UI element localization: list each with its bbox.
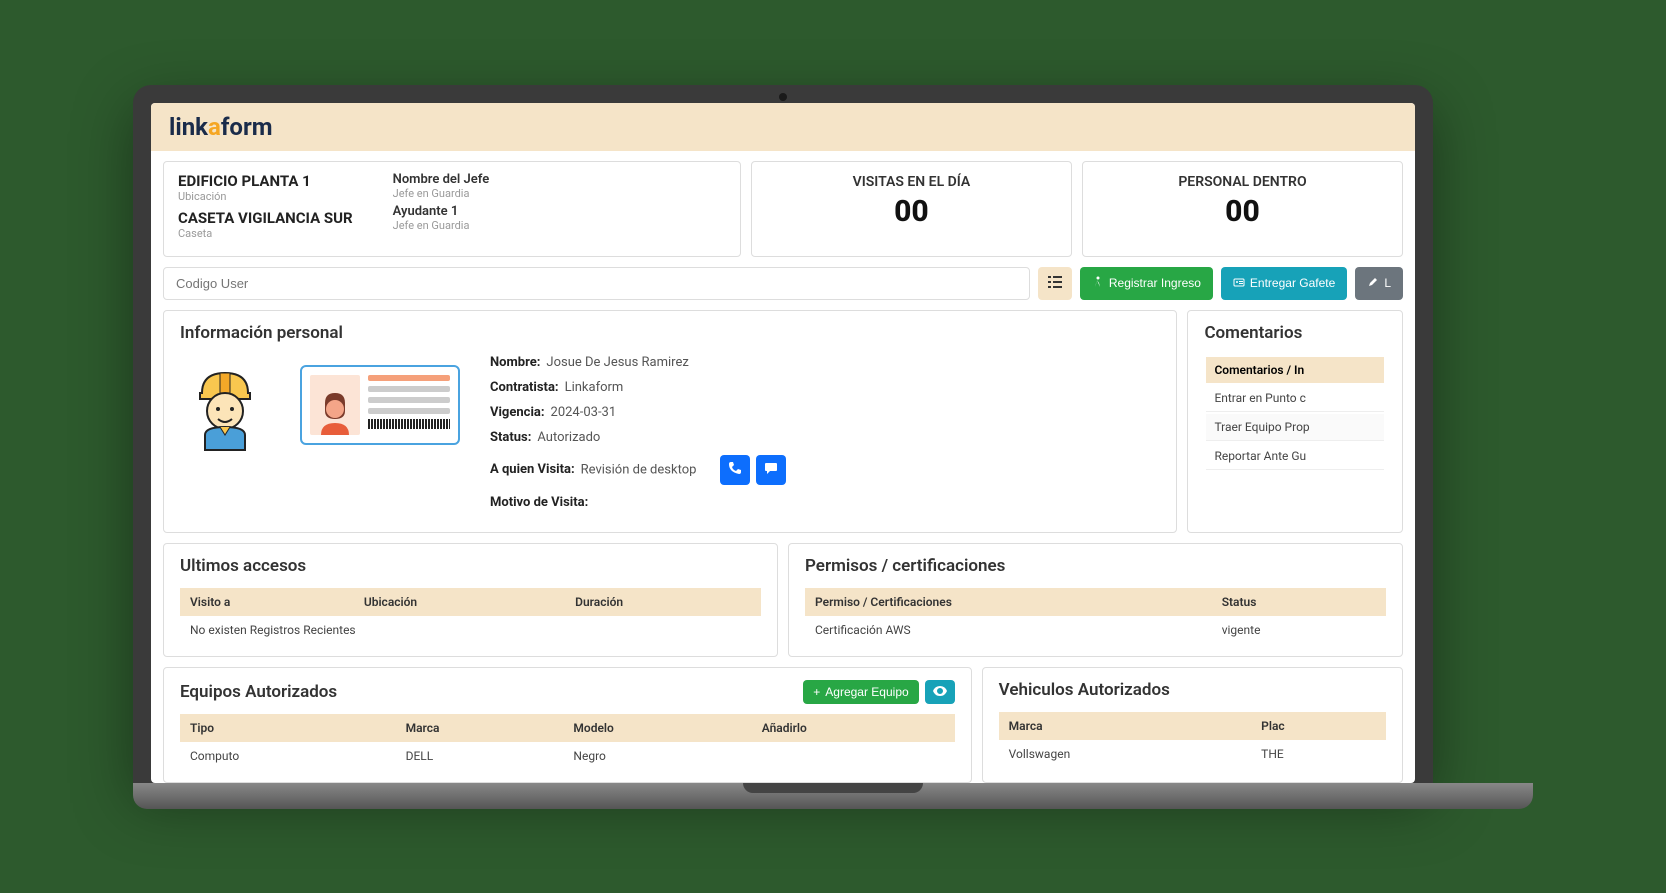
message-button[interactable] xyxy=(756,455,786,485)
equip-col-marca: Marca xyxy=(396,714,564,742)
permits-title: Permisos / certificaciones xyxy=(805,556,1386,576)
add-equipment-button[interactable]: + Agregar Equipo xyxy=(803,680,918,704)
topbar: linkaform xyxy=(151,103,1415,151)
permits-panel: Permisos / certificaciones Permiso / Cer… xyxy=(788,543,1403,657)
access-col-ubicacion: Ubicación xyxy=(354,588,565,616)
contractor-value: Linkaform xyxy=(565,380,624,395)
view-equipment-button[interactable] xyxy=(925,680,955,704)
boss-label: Nombre del Jefe xyxy=(393,172,490,187)
contractor-label: Contratista: xyxy=(490,380,559,395)
chat-icon xyxy=(764,461,778,478)
plus-icon: + xyxy=(813,685,820,699)
reason-label: Motivo de Visita: xyxy=(490,495,588,510)
equip-col-modelo: Modelo xyxy=(563,714,751,742)
stat-personnel-label: PERSONAL DENTRO xyxy=(1095,174,1390,190)
walk-icon xyxy=(1092,276,1104,291)
list-button[interactable] xyxy=(1038,267,1072,300)
comments-panel: Comentarios Comentarios / In Entrar en P… xyxy=(1187,310,1403,533)
equip-col-tipo: Tipo xyxy=(180,714,396,742)
deliver-badge-label: Entregar Gafete xyxy=(1250,276,1335,290)
building-name: EDIFICIO PLANTA 1 xyxy=(178,172,353,190)
logo: linkaform xyxy=(169,113,273,141)
third-action-label: L xyxy=(1384,276,1391,290)
assistant-label: Ayudante 1 xyxy=(393,204,490,219)
comment-row: Traer Equipo Prop xyxy=(1206,414,1384,441)
access-title: Ultimos accesos xyxy=(180,556,761,576)
vehicle-col-marca: Marca xyxy=(999,712,1252,740)
stat-visits-label: VISITAS EN EL DÍA xyxy=(764,174,1059,190)
equipment-panel: Equipos Autorizados + Agregar Equipo xyxy=(163,667,972,783)
access-col-visito: Visito a xyxy=(180,588,354,616)
user-code-input[interactable] xyxy=(163,267,1030,300)
register-entry-label: Registrar Ingreso xyxy=(1109,276,1201,290)
id-card xyxy=(300,365,460,445)
permit-row: Certificación AWS vigente xyxy=(805,616,1386,644)
equipment-title: Equipos Autorizados xyxy=(180,682,337,702)
vehicles-title: Vehiculos Autorizados xyxy=(999,680,1386,700)
equip-col-anadirlo: Añadirlo xyxy=(752,714,955,742)
vehicles-panel: Vehiculos Autorizados Marca Plac Vollswa… xyxy=(982,667,1403,783)
deliver-badge-button[interactable]: Entregar Gafete xyxy=(1221,267,1347,300)
third-action-button[interactable]: L xyxy=(1355,267,1403,300)
stat-visits-value: 00 xyxy=(764,194,1059,229)
badge-icon xyxy=(1233,276,1245,291)
stat-personnel: PERSONAL DENTRO 00 xyxy=(1082,161,1403,257)
name-value: Josue De Jesus Ramirez xyxy=(546,355,688,370)
visits-label: A quien Visita: xyxy=(490,462,575,477)
comments-header: Comentarios / In xyxy=(1206,357,1384,383)
permits-col-name: Permiso / Certificaciones xyxy=(805,588,1212,616)
status-label: Status: xyxy=(490,430,531,445)
comments-title: Comentarios xyxy=(1204,323,1386,343)
pencil-icon xyxy=(1367,276,1379,291)
stat-personnel-value: 00 xyxy=(1095,194,1390,229)
access-empty-row: No existen Registros Recientes xyxy=(180,616,761,644)
validity-label: Vigencia: xyxy=(490,405,545,420)
id-photo-icon xyxy=(310,375,360,435)
assistant-sub: Jefe en Guardia xyxy=(393,219,490,232)
access-panel: Ultimos accesos Visito a Ubicación Durac… xyxy=(163,543,778,657)
booth-name: CASETA VIGILANCIA SUR xyxy=(178,209,353,227)
stat-visits: VISITAS EN EL DÍA 00 xyxy=(751,161,1072,257)
call-button[interactable] xyxy=(720,455,750,485)
personal-info-title: Información personal xyxy=(180,323,1160,343)
access-col-duracion: Duración xyxy=(565,588,761,616)
comment-row: Reportar Ante Gu xyxy=(1206,443,1384,470)
booth-sub: Caseta xyxy=(178,227,353,240)
equipment-row: Computo DELL Negro xyxy=(180,742,955,770)
comment-row: Entrar en Punto c xyxy=(1206,385,1384,412)
boss-sub: Jefe en Guardia xyxy=(393,187,490,200)
permits-col-status: Status xyxy=(1212,588,1386,616)
list-icon xyxy=(1048,275,1062,292)
eye-icon xyxy=(933,685,947,699)
vehicle-col-placa: Plac xyxy=(1251,712,1386,740)
location-header: EDIFICIO PLANTA 1 Ubicación CASETA VIGIL… xyxy=(163,161,741,257)
phone-icon xyxy=(728,461,742,478)
vehicle-row: Vollswagen THE xyxy=(999,740,1386,768)
building-sub: Ubicación xyxy=(178,190,353,203)
visits-value: Revisión de desktop xyxy=(581,462,697,477)
add-equipment-label: Agregar Equipo xyxy=(825,685,908,699)
worker-avatar-icon xyxy=(180,355,270,455)
name-label: Nombre: xyxy=(490,355,540,370)
validity-value: 2024-03-31 xyxy=(551,405,617,420)
register-entry-button[interactable]: Registrar Ingreso xyxy=(1080,267,1213,300)
status-value: Autorizado xyxy=(537,430,600,445)
personal-info-panel: Información personal xyxy=(163,310,1177,533)
